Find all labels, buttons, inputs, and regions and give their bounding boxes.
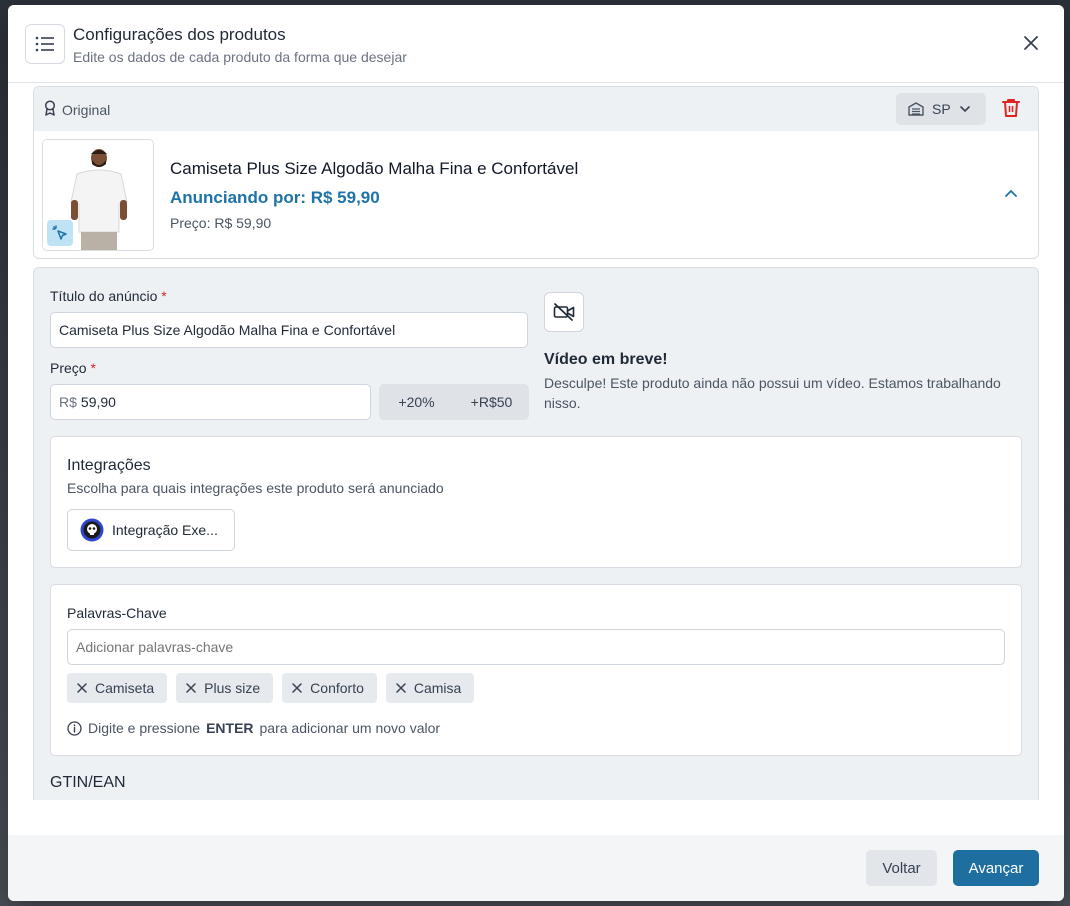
- video-off-icon: [553, 303, 575, 321]
- title-label: Título do anúncio *: [50, 288, 167, 304]
- remove-keyword-icon[interactable]: [77, 683, 87, 693]
- integration-button-label: Integração Exe...: [112, 522, 218, 538]
- price-input[interactable]: R$ 59,90: [50, 384, 371, 420]
- modal-header: Configurações dos produtos Edite os dado…: [8, 5, 1064, 83]
- video-description: Desculpe! Este produto ainda não possui …: [544, 375, 1001, 411]
- gtin-label: GTIN/EAN: [50, 774, 126, 791]
- region-value: SP: [932, 101, 951, 117]
- warehouse-icon: [908, 102, 924, 116]
- keyword-chip: Camiseta: [67, 673, 168, 703]
- close-icon[interactable]: [1022, 34, 1040, 52]
- price-quick-actions: +20% +R$50: [379, 384, 529, 420]
- product-name: Camiseta Plus Size Algodão Malha Fina e …: [170, 159, 579, 178]
- hint-key: ENTER: [206, 720, 254, 736]
- integrations-subtitle: Escolha para quais integrações este prod…: [67, 480, 444, 496]
- price-input-value: 59,90: [80, 394, 116, 410]
- price-prefix: R$: [59, 394, 77, 410]
- product-advertising-price: Anunciando por: R$ 59,90: [170, 188, 380, 207]
- keyword-chip: Conforto: [282, 673, 377, 703]
- ribbon-icon: [44, 100, 56, 116]
- back-button[interactable]: Voltar: [866, 850, 937, 886]
- required-mark: *: [90, 360, 96, 376]
- remove-keyword-icon[interactable]: [396, 683, 406, 693]
- keyword-chip: Camisa: [385, 673, 475, 703]
- product-price: Preço: R$ 59,90: [170, 215, 272, 231]
- next-button[interactable]: Avançar: [953, 850, 1039, 886]
- original-bar: Original SP: [34, 87, 1038, 131]
- original-label: Original: [62, 102, 111, 118]
- keyword-chip-label: Plus size: [204, 680, 261, 696]
- remove-keyword-icon[interactable]: [292, 683, 302, 693]
- keyword-chips: Camiseta Plus size Conforto Camisa: [67, 673, 475, 703]
- keyword-chip-label: Conforto: [310, 680, 364, 696]
- info-icon: [67, 720, 82, 736]
- region-select[interactable]: SP: [896, 93, 986, 125]
- chevron-down-icon: [959, 106, 970, 113]
- modal-footer: Voltar Avançar: [8, 835, 1064, 901]
- thumbnail-badge[interactable]: [47, 220, 73, 246]
- integration-button[interactable]: Integração Exe...: [67, 509, 235, 551]
- title-input[interactable]: Camiseta Plus Size Algodão Malha Fina e …: [50, 312, 528, 348]
- keyword-chip: Plus size: [176, 673, 274, 703]
- price-label: Preço *: [50, 360, 96, 376]
- cursor-click-icon: [52, 225, 67, 240]
- modal-title: Configurações dos produtos: [73, 25, 286, 44]
- keywords-title: Palavras-Chave: [67, 605, 167, 621]
- chevron-up-icon[interactable]: [1004, 188, 1018, 198]
- modal-subtitle: Edite os dados de cada produto da forma …: [73, 49, 407, 65]
- keyword-chip-label: Camisa: [413, 680, 462, 696]
- hint-suffix: para adicionar um novo valor: [259, 720, 441, 736]
- price-label-text: Preço: [50, 360, 87, 376]
- title-input-value: Camiseta Plus Size Algodão Malha Fina e …: [59, 322, 396, 338]
- title-label-text: Título do anúncio: [50, 288, 158, 304]
- keywords-hint: Digite e pressione ENTER para adicionar …: [67, 720, 440, 736]
- keyword-chip-label: Camiseta: [95, 680, 155, 696]
- add-amount-button[interactable]: +R$50: [454, 394, 529, 410]
- video-title: Vídeo em breve!: [544, 351, 668, 368]
- product-form-panel: Título do anúncio * Camiseta Plus Size A…: [33, 267, 1039, 800]
- original-product-card: Original SP Camiseta Plus Size Algodão M…: [33, 86, 1039, 259]
- integrations-title: Integrações: [67, 457, 151, 474]
- keywords-box: Palavras-Chave Camiseta Plus size Confor…: [50, 584, 1022, 756]
- list-icon: [35, 36, 54, 52]
- trash-icon[interactable]: [1002, 98, 1020, 118]
- list-menu-button[interactable]: [25, 24, 65, 64]
- modal-body[interactable]: Original SP Camiseta Plus Size Algodão M…: [8, 84, 1064, 800]
- video-placeholder-button[interactable]: [544, 292, 584, 332]
- product-settings-modal: Configurações dos produtos Edite os dado…: [8, 5, 1064, 901]
- required-mark: *: [161, 288, 167, 304]
- keywords-input[interactable]: [67, 629, 1005, 665]
- remove-keyword-icon[interactable]: [186, 683, 196, 693]
- integrations-box: Integrações Escolha para quais integraçõ…: [50, 436, 1022, 568]
- add-percent-button[interactable]: +20%: [379, 394, 454, 410]
- hint-prefix: Digite e pressione: [88, 720, 201, 736]
- integration-logo-icon: [80, 518, 104, 542]
- product-thumbnail[interactable]: [42, 139, 154, 251]
